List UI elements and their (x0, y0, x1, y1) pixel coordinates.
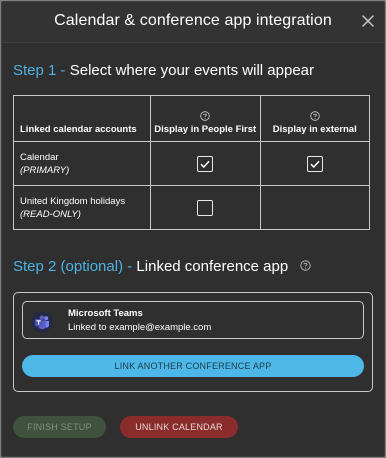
checkbox-people-first-calendar[interactable] (197, 155, 214, 172)
checkbox-people-first-holidays[interactable] (197, 199, 214, 216)
account-type: (READ-ONLY) (20, 208, 81, 220)
close-icon (362, 15, 374, 27)
close-button[interactable] (361, 14, 375, 28)
external-cell (259, 141, 370, 186)
account-name: Calendar (20, 151, 59, 163)
conference-linked-account: Linked to example@example.com (68, 322, 212, 333)
finish-setup-button[interactable]: FINISH SETUP (13, 416, 106, 438)
account-name: United Kingdom holidays (20, 195, 126, 207)
account-cell: Calendar (PRIMARY) (13, 141, 151, 186)
dialog-title: Calendar & conference app integration (54, 12, 332, 29)
microsoft-teams-icon (31, 311, 53, 333)
help-icon[interactable] (310, 111, 320, 121)
header-linked-accounts: Linked calendar accounts (13, 95, 151, 142)
step1-heading: Step 1 - Select where your events will a… (13, 62, 314, 79)
linked-accounts-table: Linked calendar accounts Display in Peop… (13, 95, 370, 230)
step2-text: Linked conference app (136, 258, 289, 275)
account-cell: United Kingdom holidays (READ-ONLY) (13, 185, 151, 230)
integration-dialog: Calendar & conference app integration St… (1, 1, 385, 457)
step1-text: Select where your events will appear (69, 62, 315, 79)
account-type: (PRIMARY) (20, 164, 70, 176)
checkmark-icon (200, 160, 210, 168)
people-first-cell (150, 185, 261, 230)
step2-label: Step 2 (optional) (13, 258, 124, 275)
table-row: United Kingdom holidays (READ-ONLY) (13, 185, 370, 230)
conference-app-name: Microsoft Teams (68, 308, 143, 319)
checkmark-icon (310, 160, 320, 168)
people-first-cell (150, 141, 261, 186)
step2-separator: - (123, 258, 137, 275)
link-conference-app-button[interactable]: LINK ANOTHER CONFERENCE APP (22, 355, 364, 377)
checkbox-external-calendar[interactable] (306, 155, 323, 172)
external-cell (259, 185, 370, 230)
table-row: Calendar (PRIMARY) (13, 141, 370, 186)
header-people-first-label: Display in People First (154, 124, 257, 135)
step2-heading: Step 2 (optional) - Linked conference ap… (13, 258, 312, 275)
unlink-calendar-button[interactable]: UNLINK CALENDAR (120, 416, 238, 438)
help-icon[interactable] (300, 260, 312, 271)
step1-separator: - (56, 62, 70, 79)
header-display-people-first: Display in People First (150, 95, 261, 142)
conference-app-panel: Microsoft Teams Linked to example@exampl… (13, 292, 373, 392)
step1-label: Step 1 (13, 62, 57, 79)
help-icon[interactable] (200, 111, 210, 121)
header-external-label: Display in external (272, 124, 357, 135)
table-header-row: Linked calendar accounts Display in Peop… (13, 95, 370, 142)
dialog-header: Calendar & conference app integration (2, 2, 384, 43)
header-display-external: Display in external (259, 95, 370, 142)
conference-app-card: Microsoft Teams Linked to example@exampl… (22, 301, 364, 339)
